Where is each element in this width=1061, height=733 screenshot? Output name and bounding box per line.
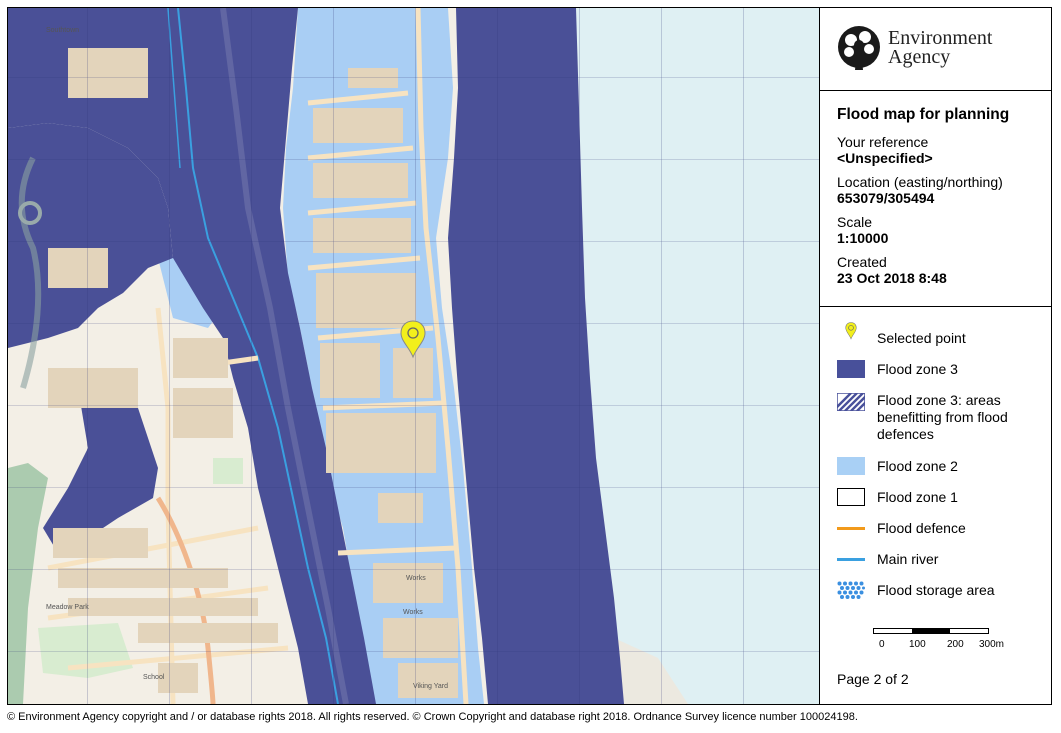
copyright-notice: © Environment Agency copyright and / or … [7, 711, 858, 723]
scale-label: Scale [837, 214, 873, 230]
tree-logo-icon [838, 26, 880, 70]
info-panel: Environment Agency Flood map for plannin… [819, 8, 1051, 704]
scale-value: 1:10000 [837, 230, 889, 246]
flood-defence-swatch [837, 527, 865, 530]
legend-label: Flood defence [877, 520, 966, 536]
organisation-line-2: Agency [888, 46, 951, 68]
created-value: 23 Oct 2018 8:48 [837, 270, 947, 286]
place-label: Works [406, 575, 426, 582]
page-number: Page 2 of 2 [837, 671, 909, 687]
flood-zone-1-swatch [837, 488, 865, 506]
legend-label: Flood zone 3: areas benefitting from flo… [877, 392, 1008, 442]
scale-tick-label: 100 [909, 639, 926, 650]
map-sheet: Southtown Works Viking Yard Meadow Park … [7, 7, 1052, 705]
location-label: Location (easting/northing) [837, 174, 1003, 190]
flood-map[interactable]: Southtown Works Viking Yard Meadow Park … [8, 8, 819, 704]
hatched-swatch-icon [837, 393, 865, 411]
dot-swatch-icon [837, 581, 865, 599]
scale-bar [873, 628, 989, 634]
organisation-name: Environment Agency [888, 28, 992, 68]
legend-label: Flood zone 2 [877, 458, 958, 474]
flood-map-canvas: Southtown Works Viking Yard Meadow Park … [8, 8, 819, 704]
place-label: Viking Yard [413, 683, 448, 690]
legend-label: Flood zone 3 [877, 361, 958, 377]
place-label: Works [403, 609, 423, 616]
page-title: Flood map for planning [837, 106, 1010, 123]
environment-agency-logo: Environment Agency [820, 8, 1051, 91]
legend-label: Selected point [877, 330, 966, 346]
scale-tick-label: 300m [979, 639, 1005, 650]
place-label: School [143, 674, 165, 681]
place-label: Southtown [46, 27, 79, 34]
legend-label: Flood storage area [877, 582, 995, 598]
map-info: Flood map for planning Your reference <U… [820, 91, 1051, 307]
place-label: Meadow Park [46, 604, 89, 611]
reference-value: <Unspecified> [837, 150, 933, 166]
main-river-swatch [837, 558, 865, 561]
scale-tick-label: 200 [947, 639, 964, 650]
location-value: 653079/305494 [837, 190, 935, 206]
reference-label: Your reference [837, 134, 929, 150]
flood-zone-2-swatch [837, 457, 865, 475]
map-pin-icon [845, 322, 857, 340]
created-label: Created [837, 254, 887, 270]
flood-zone-3-swatch [837, 360, 865, 378]
legend-label: Main river [877, 551, 939, 567]
legend-label: Flood zone 1 [877, 489, 958, 505]
scale-tick-label: 0 [879, 639, 885, 650]
